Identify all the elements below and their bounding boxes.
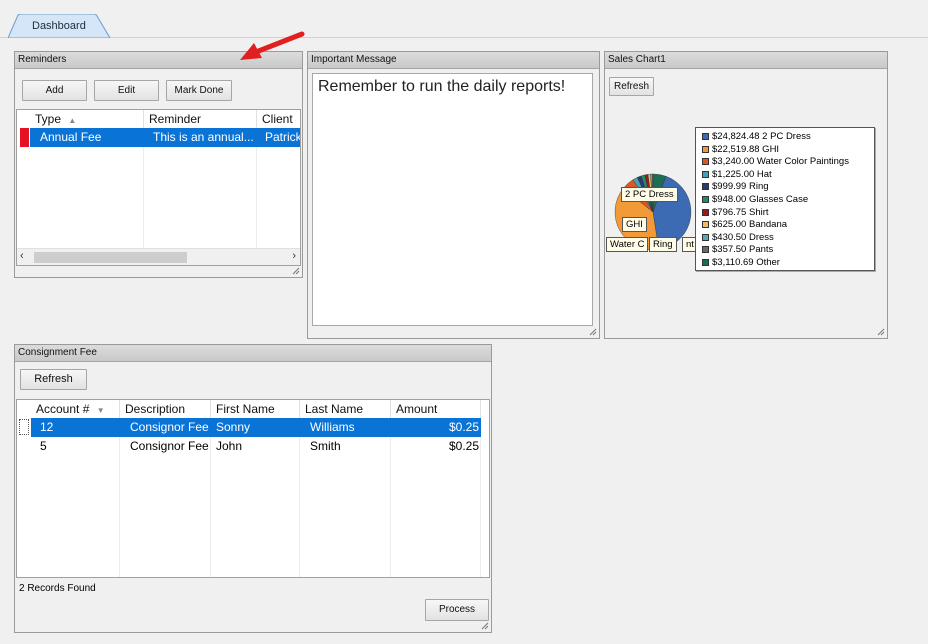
sort-ascending-icon: ▲ bbox=[68, 116, 77, 125]
legend-swatch bbox=[702, 196, 709, 203]
legend-swatch bbox=[702, 170, 709, 178]
column-header-client[interactable]: Client bbox=[257, 110, 300, 128]
consignment-fee-panel: Consignment Fee Refresh Account # ▼ Desc… bbox=[14, 344, 492, 633]
message-text-area[interactable]: Remember to run the daily reports! bbox=[312, 73, 593, 326]
message-text: Remember to run the daily reports! bbox=[318, 78, 566, 95]
table-row[interactable]: 5 Consignor Fee John Smith $0.25 bbox=[17, 437, 489, 456]
table-row[interactable]: 12 Consignor Fee Sonny Williams $0.25 bbox=[17, 418, 489, 437]
legend-label: $24,824.48 2 PC Dress bbox=[712, 131, 811, 142]
legend-swatch bbox=[702, 208, 709, 216]
scrollbar-thumb[interactable] bbox=[34, 252, 187, 263]
legend-swatch bbox=[702, 145, 709, 153]
legend-swatch bbox=[702, 246, 709, 254]
row-reminder: This is an annual... bbox=[144, 128, 257, 147]
consignment-grid: Account # ▼ Description First Name Last … bbox=[16, 399, 490, 578]
legend-swatch bbox=[702, 221, 709, 229]
important-message-panel: Important Message Remember to run the da… bbox=[307, 51, 600, 339]
tab-dashboard[interactable]: Dashboard bbox=[8, 14, 110, 38]
pie-label-water: Water C bbox=[606, 237, 649, 252]
legend-label: $948.00 Glasses Case bbox=[712, 194, 809, 205]
legend-swatch bbox=[702, 133, 709, 140]
pie-label-ring: Ring bbox=[649, 237, 677, 252]
resize-grip-icon[interactable] bbox=[291, 266, 300, 275]
refresh-chart-button[interactable]: Refresh bbox=[609, 77, 654, 96]
pie-label-ghi: GHI bbox=[622, 217, 647, 232]
priority-marker bbox=[20, 128, 29, 147]
column-header-account-label: Account # bbox=[36, 402, 90, 416]
column-header-description[interactable]: Description bbox=[120, 400, 211, 418]
tab-strip-line bbox=[0, 37, 928, 38]
column-header-amount[interactable]: Amount bbox=[391, 400, 481, 418]
scroll-left-icon[interactable]: ‹ bbox=[20, 250, 24, 262]
legend-label: $430.50 Dress bbox=[712, 231, 774, 243]
chart-legend: $24,824.48 2 PC Dress $22,519.88 GHI $3,24… bbox=[695, 127, 875, 271]
row-description: Consignor Fee bbox=[120, 418, 211, 437]
legend-swatch bbox=[702, 183, 709, 191]
table-row[interactable]: Annual Fee This is an annual... Patrick bbox=[17, 128, 300, 147]
legend-label: $22,519.88 GHI bbox=[712, 143, 780, 155]
row-amount: $0.25 bbox=[391, 418, 481, 437]
horizontal-scrollbar[interactable]: ‹ › bbox=[17, 248, 300, 265]
column-header-last-name[interactable]: Last Name bbox=[300, 400, 391, 418]
row-client: Patrick bbox=[257, 128, 300, 147]
red-arrow-icon bbox=[240, 31, 305, 60]
column-header-first-name[interactable]: First Name bbox=[211, 400, 300, 418]
row-account: 12 bbox=[31, 418, 120, 437]
row-first-name: Sonny bbox=[211, 418, 300, 437]
focus-marker bbox=[19, 419, 29, 435]
tab-label: Dashboard bbox=[32, 20, 86, 32]
row-account: 5 bbox=[40, 439, 47, 453]
legend-swatch bbox=[702, 233, 709, 241]
mark-done-button[interactable]: Mark Done bbox=[166, 80, 232, 101]
process-button[interactable]: Process bbox=[425, 599, 489, 621]
sales-chart-title: Sales Chart1 bbox=[605, 52, 887, 69]
edit-button[interactable]: Edit bbox=[94, 80, 159, 101]
legend-label: $3,240.00 Water Color Paintings bbox=[712, 156, 849, 168]
pie-label-dress: 2 PC Dress bbox=[621, 187, 678, 202]
reminders-grid: Type ▲ Reminder Client Annual Fee This i… bbox=[16, 109, 301, 266]
row-amount: $0.25 bbox=[448, 439, 479, 453]
important-message-title: Important Message bbox=[308, 52, 599, 69]
legend-label: $625.00 Bandana bbox=[712, 219, 788, 231]
row-first-name: John bbox=[216, 439, 243, 453]
column-header-account[interactable]: Account # ▼ bbox=[31, 400, 120, 418]
scroll-right-icon[interactable]: › bbox=[292, 250, 296, 262]
row-type: Annual Fee bbox=[30, 128, 144, 147]
resize-grip-icon[interactable] bbox=[588, 327, 597, 336]
refresh-consignment-button[interactable]: Refresh bbox=[20, 369, 87, 390]
row-last-name: Williams bbox=[300, 418, 391, 437]
legend-label: $357.50 Pants bbox=[712, 244, 774, 256]
legend-swatch bbox=[702, 259, 709, 266]
resize-grip-icon[interactable] bbox=[876, 327, 885, 336]
reminders-panel: Reminders Add Edit Mark Done Type ▲ Remi… bbox=[14, 51, 303, 278]
legend-label: $999.99 Ring bbox=[712, 181, 769, 193]
legend-swatch bbox=[702, 158, 709, 166]
row-last-name: Smith bbox=[310, 439, 341, 453]
resize-grip-icon[interactable] bbox=[480, 621, 489, 630]
column-header-reminder[interactable]: Reminder bbox=[144, 110, 257, 128]
legend-label: $796.75 Shirt bbox=[712, 206, 769, 218]
records-found-status: 2 Records Found bbox=[19, 583, 96, 594]
legend-label: $3,110.69 Other bbox=[712, 257, 780, 268]
add-button[interactable]: Add bbox=[22, 80, 87, 101]
row-description: Consignor Fee bbox=[130, 439, 209, 453]
consignment-fee-title: Consignment Fee bbox=[15, 345, 491, 362]
legend-label: $1,225.00 Hat bbox=[712, 168, 772, 180]
sort-descending-icon: ▼ bbox=[96, 406, 105, 415]
column-header-type-label: Type bbox=[35, 112, 62, 126]
column-header-type[interactable]: Type ▲ bbox=[30, 110, 144, 128]
